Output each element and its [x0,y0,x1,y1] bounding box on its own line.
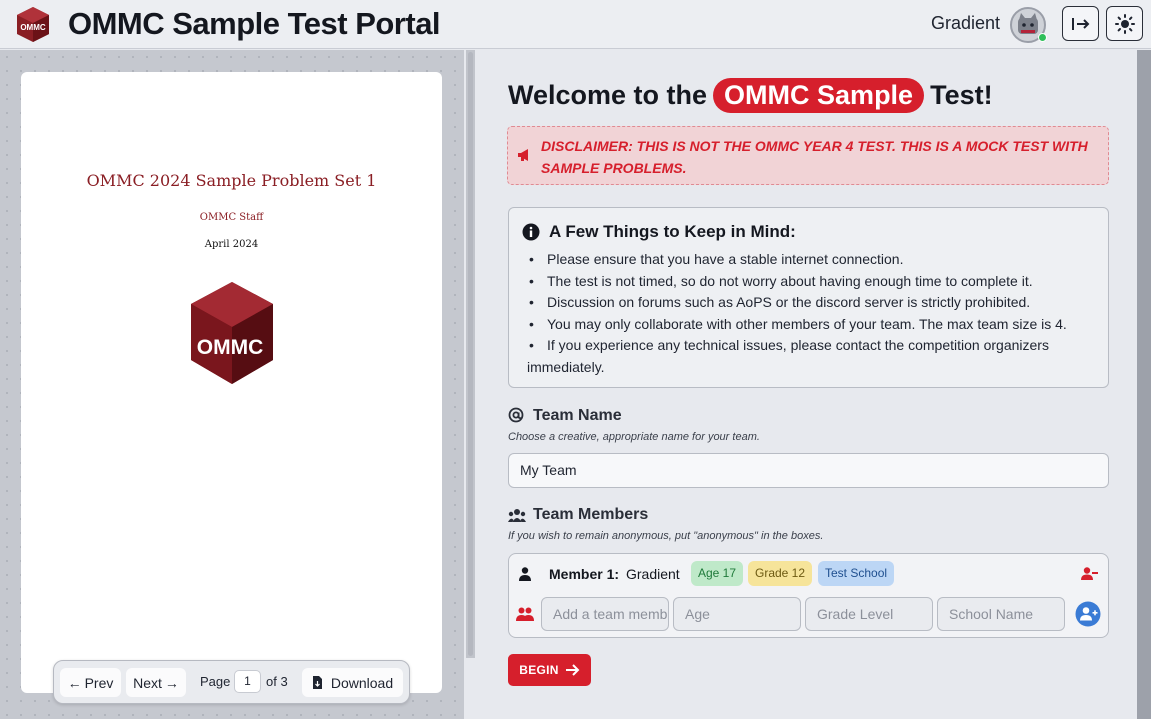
member-name-input[interactable]: Add a team member [541,597,669,631]
pdf-logo-text: OMMC [197,336,264,359]
team-members-label: Team Members [533,506,649,523]
list-item: You may only collaborate with other memb… [527,314,1097,336]
download-label: Download [330,674,394,691]
welcome-highlight: OMMC Sample [713,77,925,113]
school-badge: Test School [818,561,895,586]
pdf-toolbar: ← Prev Next → Page 1 of 3 Download [53,660,410,704]
welcome-suffix: Test! [930,79,993,110]
logout-button[interactable] [1062,6,1099,41]
pdf-author: OMMC Staff [199,212,264,223]
list-item: If you experience any technical issues, … [527,335,1097,378]
team-name-label: Team Name [533,407,622,424]
list-item: Please ensure that you have a stable int… [527,249,1097,271]
app-header: OMMC OMMC Sample Test Portal Gradient [0,0,1151,49]
user-icon [519,567,531,581]
next-page-button[interactable]: Next → [126,668,186,697]
keep-in-mind-box: A Few Things to Keep in Mind: Please ens… [508,207,1109,388]
member-school-input[interactable]: School Name [937,597,1065,631]
begin-button[interactable]: BEGIN [508,654,591,686]
list-item: Discussion on forums such as AoPS or the… [527,292,1097,314]
add-member-button[interactable] [1075,601,1101,627]
online-status-dot [1038,33,1047,42]
user-name: Gradient [931,13,1001,33]
member-name: Gradient [626,566,680,582]
welcome-prefix: Welcome to the [508,79,708,110]
team-users-icon [508,509,526,522]
file-download-icon [312,676,322,689]
sun-icon [1114,13,1135,34]
page-label: Page [200,674,231,689]
megaphone-icon [518,149,528,161]
arrow-right-icon [565,664,580,676]
age-badge: Age 17 [691,561,744,586]
member-age-input[interactable]: Age [673,597,801,631]
scrollbar[interactable] [1137,50,1151,719]
keep-in-mind-title: A Few Things to Keep in Mind: [549,222,796,241]
pdf-viewer-pane[interactable]: OMMC 2024 Sample Problem Set 1 OMMC Staf… [0,50,464,719]
pdf-page[interactable]: OMMC 2024 Sample Problem Set 1 OMMC Staf… [21,72,442,693]
pdf-ommc-logo-icon: OMMC [191,282,273,384]
member-label: Member 1: [549,566,620,582]
download-button[interactable]: Download [302,668,403,697]
team-members-hint: If you wish to remain anonymous, put "an… [508,530,824,542]
list-item: The test is not timed, so do not worry a… [527,271,1097,293]
theme-toggle-button[interactable] [1106,6,1143,41]
grade-badge: Grade 12 [748,561,813,586]
at-sign-icon [508,407,524,423]
begin-label: BEGIN [519,663,559,677]
team-name-hint: Choose a creative, appropriate name for … [508,431,760,443]
app-title: OMMC Sample Test Portal [68,6,441,41]
logout-arrow-icon [1071,17,1089,30]
page-count-label: of 3 [266,674,288,689]
next-label: Next [133,674,162,691]
disclaimer-text: DISCLAIMER: THIS IS NOT THE OMMC YEAR 4 … [541,138,1088,176]
team-name-input[interactable]: My Team [508,453,1109,488]
arrow-right-icon: → [164,674,179,691]
page-number-input[interactable]: 1 [234,670,261,693]
remove-member-icon[interactable] [1081,567,1098,580]
pdf-date: April 2024 [204,239,259,250]
welcome-heading: Welcome to the OMMC Sample Test! [508,76,993,114]
team-members-box: Member 1: Gradient Age 17 Grade 12 Test … [508,553,1109,638]
add-users-icon [516,607,534,621]
prev-page-button[interactable]: ← Prev [60,668,121,697]
prev-label: Prev [84,674,114,691]
arrow-left-icon: ← [67,674,82,691]
logo-text: OMMC [20,23,46,32]
keep-in-mind-list: Please ensure that you have a stable int… [527,249,1097,378]
info-icon [522,223,540,241]
pdf-title: OMMC 2024 Sample Problem Set 1 [86,171,377,190]
disclaimer-banner: DISCLAIMER: THIS IS NOT THE OMMC YEAR 4 … [507,126,1109,185]
member-grade-input[interactable]: Grade Level [805,597,933,631]
ommc-logo-icon[interactable]: OMMC [16,6,50,43]
splitter-handle[interactable] [468,52,473,656]
